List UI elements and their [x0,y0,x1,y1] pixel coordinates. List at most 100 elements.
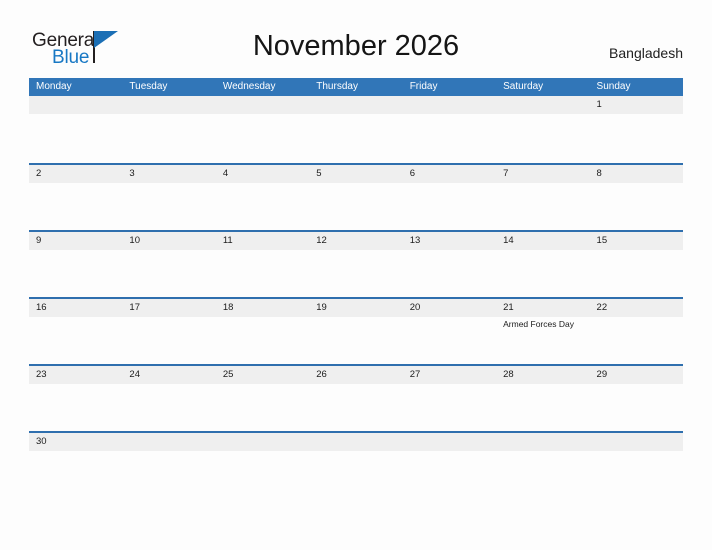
day-number: 9 [36,235,42,246]
day-cell[interactable]: 10 [122,232,215,297]
week-cells: 23 24 25 26 27 28 29 [29,366,683,431]
day-number [223,433,309,451]
week-cells: 2 3 4 5 6 7 8 [29,165,683,230]
day-number [316,96,402,114]
day-cell[interactable]: 1 [590,96,683,161]
day-cell[interactable]: 29 [590,366,683,431]
day-number: 8 [596,168,602,179]
weekday-header-row: Monday Tuesday Wednesday Thursday Friday Satu… [29,78,683,96]
day-events [597,250,683,252]
day-cell[interactable]: 9 [29,232,122,297]
day-number: 12 [316,235,327,246]
day-events [36,451,122,453]
day-cell[interactable]: 25 [216,366,309,431]
day-events [36,183,122,185]
day-number [503,433,589,451]
day-cell-empty [496,433,589,498]
day-events [129,451,215,453]
day-events [597,451,683,453]
day-cell[interactable]: 28 [496,366,589,431]
day-cell[interactable]: 2 [29,165,122,230]
day-cell-empty [122,96,215,161]
day-number: 6 [409,168,415,179]
day-number [316,433,402,451]
day-cell[interactable]: 5 [309,165,402,230]
day-number: 26 [316,369,327,380]
day-events [597,183,683,185]
day-number: 2 [36,168,42,179]
day-cell-empty [309,96,402,161]
day-cell[interactable]: 3 [122,165,215,230]
day-events [597,114,683,116]
day-cell[interactable]: 12 [309,232,402,297]
day-cell[interactable]: 23 [29,366,122,431]
day-cell[interactable]: 11 [216,232,309,297]
week-row: 2 3 4 5 6 7 8 [29,163,683,230]
day-number [503,96,589,114]
day-number: 29 [596,369,608,380]
day-number [129,433,215,451]
day-cell[interactable]: 4 [216,165,309,230]
calendar-weeks: 1 2 3 4 5 6 7 8 9 10 11 12 13 14 15 16 17 18 19 20 21 Armed F… [29,96,683,498]
day-number: 11 [222,235,233,246]
week-row: 23 24 25 26 27 28 29 [29,364,683,431]
weekday-header-thursday: Thursday [316,81,358,92]
week-row: 1 [29,96,683,163]
day-number: 3 [129,168,135,179]
weekday-header-tuesday: Tuesday [129,81,168,92]
page-header: General Blue November 2026 Bangladesh [0,0,712,78]
day-cell[interactable]: 14 [496,232,589,297]
day-number: 30 [36,436,47,447]
day-events: Armed Forces Day [503,317,589,330]
day-number: 5 [316,168,322,179]
day-number [410,433,496,451]
day-number: 15 [596,235,608,246]
weekday-header-wednesday: Wednesday [222,81,276,92]
day-cell[interactable]: 22 [590,299,683,364]
calendar-grid: Monday Tuesday Wednesday Thursday Friday Satu… [29,78,683,498]
day-cell[interactable]: 26 [309,366,402,431]
day-cell[interactable]: 20 [403,299,496,364]
day-cell-empty [122,433,215,498]
day-events [223,317,309,319]
day-number: 27 [409,369,421,380]
day-events [503,384,589,386]
day-number [597,433,683,451]
week-cells: 30 [29,433,683,498]
day-cell[interactable]: 8 [590,165,683,230]
week-row: 9 10 11 12 13 14 15 [29,230,683,297]
day-cell[interactable]: 21 Armed Forces Day [496,299,589,364]
weekday-header-saturday: Saturday [503,81,544,92]
page-title: November 2026 [252,30,460,62]
day-events [410,384,496,386]
day-cell[interactable]: 18 [216,299,309,364]
day-events [597,384,683,386]
day-cell[interactable]: 16 [29,299,122,364]
day-cell[interactable]: 6 [403,165,496,230]
day-number: 24 [129,369,140,380]
day-events [223,451,309,453]
day-cell[interactable]: 27 [403,366,496,431]
day-cell[interactable]: 24 [122,366,215,431]
day-cell[interactable]: 15 [590,232,683,297]
day-events [597,317,683,319]
day-cell[interactable]: 13 [403,232,496,297]
day-cell-empty [216,96,309,161]
day-number: 25 [222,369,234,380]
day-number: 28 [503,369,514,380]
day-cell[interactable]: 17 [122,299,215,364]
day-number: 18 [222,302,234,313]
day-cell[interactable]: 19 [309,299,402,364]
day-events [223,384,309,386]
day-events [129,114,215,116]
day-number: 19 [316,302,327,313]
day-events [316,384,402,386]
day-events [129,183,215,185]
day-events [503,114,589,116]
day-cell[interactable]: 7 [496,165,589,230]
day-events [223,250,309,252]
day-cell[interactable]: 30 [29,433,122,498]
day-cell-empty [29,96,122,161]
day-number: 21 [503,302,514,313]
day-events [316,183,402,185]
